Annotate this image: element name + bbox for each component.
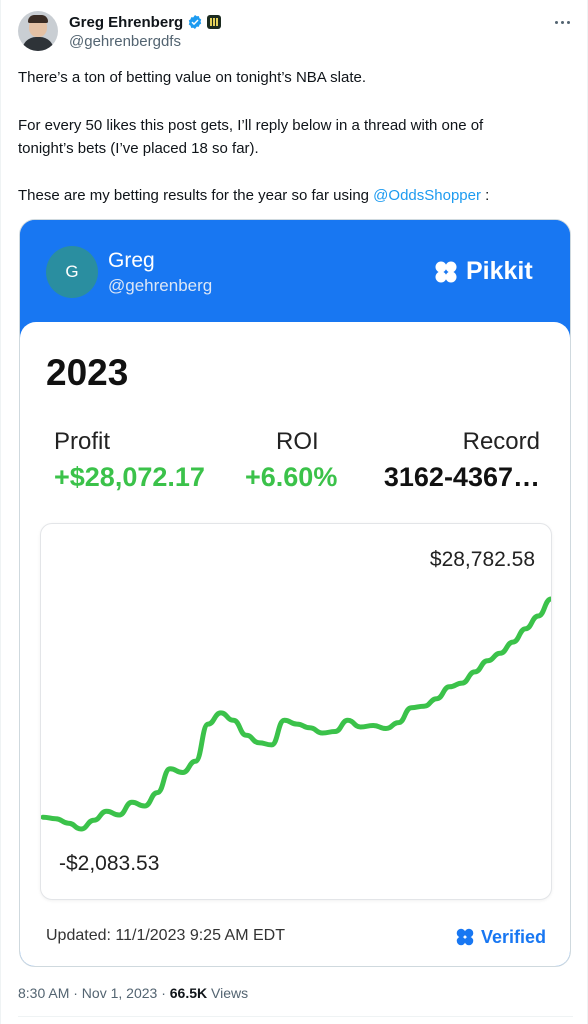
mention-link[interactable]: @OddsShopper <box>373 187 481 204</box>
card-header: G Greg @gehrenberg Pikkit <box>20 220 570 328</box>
author-handle[interactable]: @gehrenbergdfs <box>69 33 181 50</box>
card-handle: @gehrenberg <box>108 276 213 295</box>
profit-chart-svg <box>41 596 551 832</box>
tweet: Greg Ehrenberg @gehrenbergdfs There’s a … <box>0 0 588 1024</box>
pikkit-brand-name: Pikkit <box>466 257 533 285</box>
pikkit-card-image[interactable]: G Greg @gehrenberg Pikkit 2023 Profit +$… <box>19 219 571 967</box>
verified-badge-icon <box>189 15 202 29</box>
chart-min-label: -$2,083.53 <box>59 852 160 875</box>
author-avatar[interactable] <box>18 11 58 51</box>
pikkit-logo: Pikkit <box>432 257 533 286</box>
tweet-meta: 8:30 AM · Nov 1, 2023 · 66.5K Views <box>18 985 248 1001</box>
tweet-text-line: There’s a ton of betting value on tonigh… <box>18 69 367 86</box>
card-name: Greg <box>108 249 155 272</box>
year-title: 2023 <box>46 352 129 393</box>
verified-tag: Verified <box>454 926 546 948</box>
profit-chart: $28,782.58 -$2,083.53 <box>40 523 552 900</box>
affiliate-badge-icon[interactable] <box>207 15 222 29</box>
card-body: 2023 Profit +$28,072.17 ROI +6.60% Recor… <box>20 322 570 966</box>
divider <box>18 1016 573 1017</box>
roi-value: +6.60% <box>245 462 338 492</box>
record-value: 3162-4367… <box>383 462 540 492</box>
tweet-text: These are my betting results for the yea… <box>18 187 374 204</box>
author-display-name[interactable]: Greg Ehrenberg <box>69 14 183 31</box>
profit-line-series <box>41 596 551 832</box>
clover-icon <box>456 928 474 946</box>
tweet-timestamp[interactable]: 8:30 AM · Nov 1, 2023 · <box>18 985 170 1001</box>
chart-max-label: $28,782.58 <box>429 548 535 571</box>
author-name-row: Greg Ehrenberg <box>69 12 222 32</box>
updated-timestamp: Updated: 11/1/2023 9:25 AM EDT <box>46 927 285 944</box>
roi-label: ROI <box>276 428 319 455</box>
views-count: 66.5K <box>169 985 208 1001</box>
verified-label: Verified <box>480 926 546 947</box>
profit-label: Profit <box>54 428 111 455</box>
clover-icon <box>435 261 457 282</box>
tweet-text-line: These are my betting results for the yea… <box>18 186 573 206</box>
profit-value: +$28,072.17 <box>54 462 205 492</box>
tweet-text-line: tonight’s bets (I’ve placed 18 so far). <box>18 140 259 157</box>
tweet-text-line: For every 50 likes this post gets, I’ll … <box>18 117 484 134</box>
tweet-text: : <box>480 187 490 204</box>
card-avatar: G <box>46 246 98 298</box>
more-options-icon[interactable] <box>550 13 574 31</box>
record-label: Record <box>462 428 540 455</box>
views-label: Views <box>207 985 249 1001</box>
